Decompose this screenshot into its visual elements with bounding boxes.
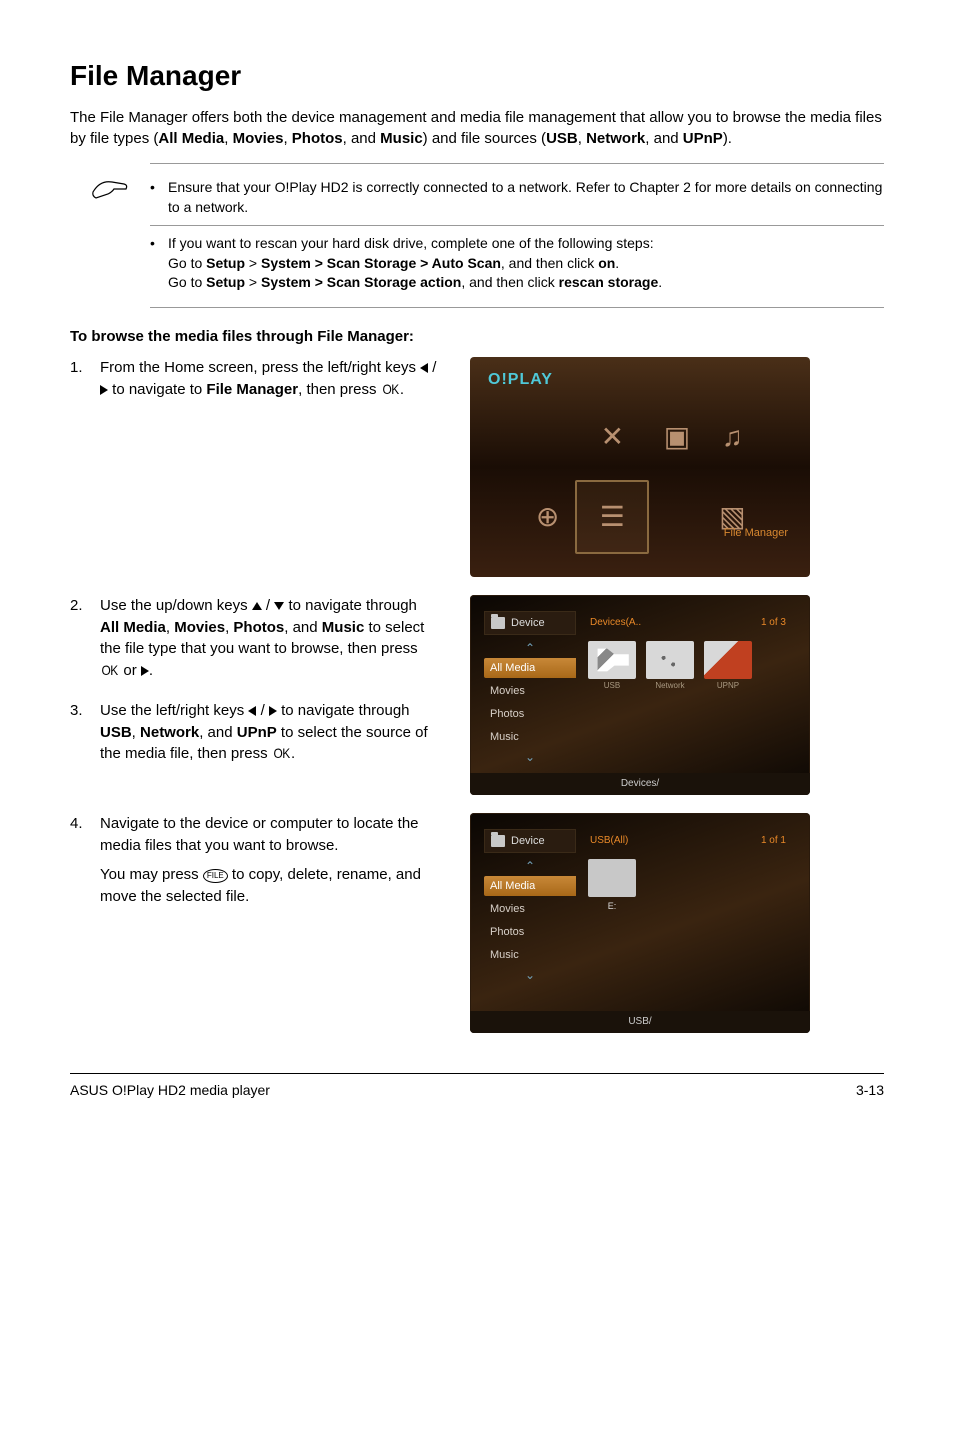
section-heading: To browse the media files through File M… [70, 328, 884, 345]
intro-bold: All Media [158, 130, 224, 147]
step-number-3: 3. [70, 700, 100, 773]
home-icon: ⊕ [536, 500, 559, 533]
note-box: • Ensure that your O!Play HD2 is correct… [150, 163, 884, 308]
tab-photos: Photos [484, 704, 576, 724]
down-arrow-icon [274, 602, 284, 610]
ok-key-icon: OK [101, 660, 117, 680]
chevron-down-icon: ⌄ [484, 968, 576, 982]
step-number-2: 2. [70, 595, 100, 690]
right-arrow-icon [141, 666, 149, 676]
footer-left: ASUS O!Play HD2 media player [70, 1082, 270, 1098]
note-text-1: Ensure that your O!Play HD2 is correctly… [168, 178, 884, 217]
oplay-logo: O!PLAY [488, 371, 553, 389]
bottom-path: USB/ [470, 1011, 810, 1033]
item-count: 1 of 1 [761, 835, 786, 846]
up-arrow-icon [252, 602, 262, 610]
bottom-path: Devices/ [470, 773, 810, 795]
page-title: File Manager [70, 60, 884, 92]
drive-label: E: [588, 901, 636, 911]
chevron-up-icon: ⌃ [484, 641, 576, 655]
file-key-icon: FILE [203, 869, 228, 883]
usb-tile [588, 641, 636, 679]
step-number-1: 1. [70, 357, 100, 409]
device-header: Device [484, 829, 576, 853]
step-number-4: 4. [70, 813, 100, 916]
tab-music: Music [484, 945, 576, 965]
tab-all-media: All Media [484, 876, 576, 896]
tab-photos: Photos [484, 922, 576, 942]
home-icon: ▣ [664, 420, 690, 453]
left-arrow-icon [420, 363, 428, 373]
breadcrumb: Devices(A.. [590, 617, 641, 628]
chevron-down-icon: ⌄ [484, 750, 576, 764]
home-icon: ✕ [601, 420, 624, 453]
step-body-3: Use the left/right keys / to navigate th… [100, 700, 440, 773]
tab-movies: Movies [484, 681, 576, 701]
page-footer: ASUS O!Play HD2 media player 3-13 [70, 1073, 884, 1098]
screenshot-home: O!PLAY ✕ ▣ ♫ ⊕ ☰ ▧ File Manager [470, 357, 810, 577]
upnp-tile [704, 641, 752, 679]
file-manager-label: File Manager [724, 527, 788, 539]
home-icon: ♫ [722, 421, 743, 453]
right-arrow-icon [269, 706, 277, 716]
note-item-2: • If you want to rescan your hard disk d… [150, 225, 884, 293]
step-body-2: Use the up/down keys / to navigate throu… [100, 595, 440, 690]
screenshot-device-list: Device ⌃ All Media Movies Photos Music ⌄… [470, 595, 810, 795]
ok-key-icon: OK [382, 379, 398, 399]
network-tile [646, 641, 694, 679]
hand-point-icon [90, 172, 130, 202]
item-count: 1 of 3 [761, 617, 786, 628]
tab-all-media: All Media [484, 658, 576, 678]
intro-paragraph: The File Manager offers both the device … [70, 107, 884, 149]
tab-movies: Movies [484, 899, 576, 919]
note-text-2: If you want to rescan your hard disk dri… [168, 234, 662, 293]
device-header: Device [484, 611, 576, 635]
ok-key-icon: OK [273, 743, 289, 763]
breadcrumb: USB(All) [590, 835, 628, 846]
chevron-up-icon: ⌃ [484, 859, 576, 873]
footer-page-number: 3-13 [856, 1082, 884, 1098]
folder-icon [491, 835, 505, 847]
step-body-1: From the Home screen, press the left/rig… [100, 357, 440, 409]
home-file-manager-tile: ☰ [575, 480, 649, 554]
right-arrow-icon [100, 385, 108, 395]
tab-music: Music [484, 727, 576, 747]
step-body-4: Navigate to the device or computer to lo… [100, 813, 440, 916]
folder-icon [491, 617, 505, 629]
screenshot-usb-list: Device ⌃ All Media Movies Photos Music ⌄… [470, 813, 810, 1033]
note-item-1: • Ensure that your O!Play HD2 is correct… [150, 178, 884, 217]
drive-tile [588, 859, 636, 897]
